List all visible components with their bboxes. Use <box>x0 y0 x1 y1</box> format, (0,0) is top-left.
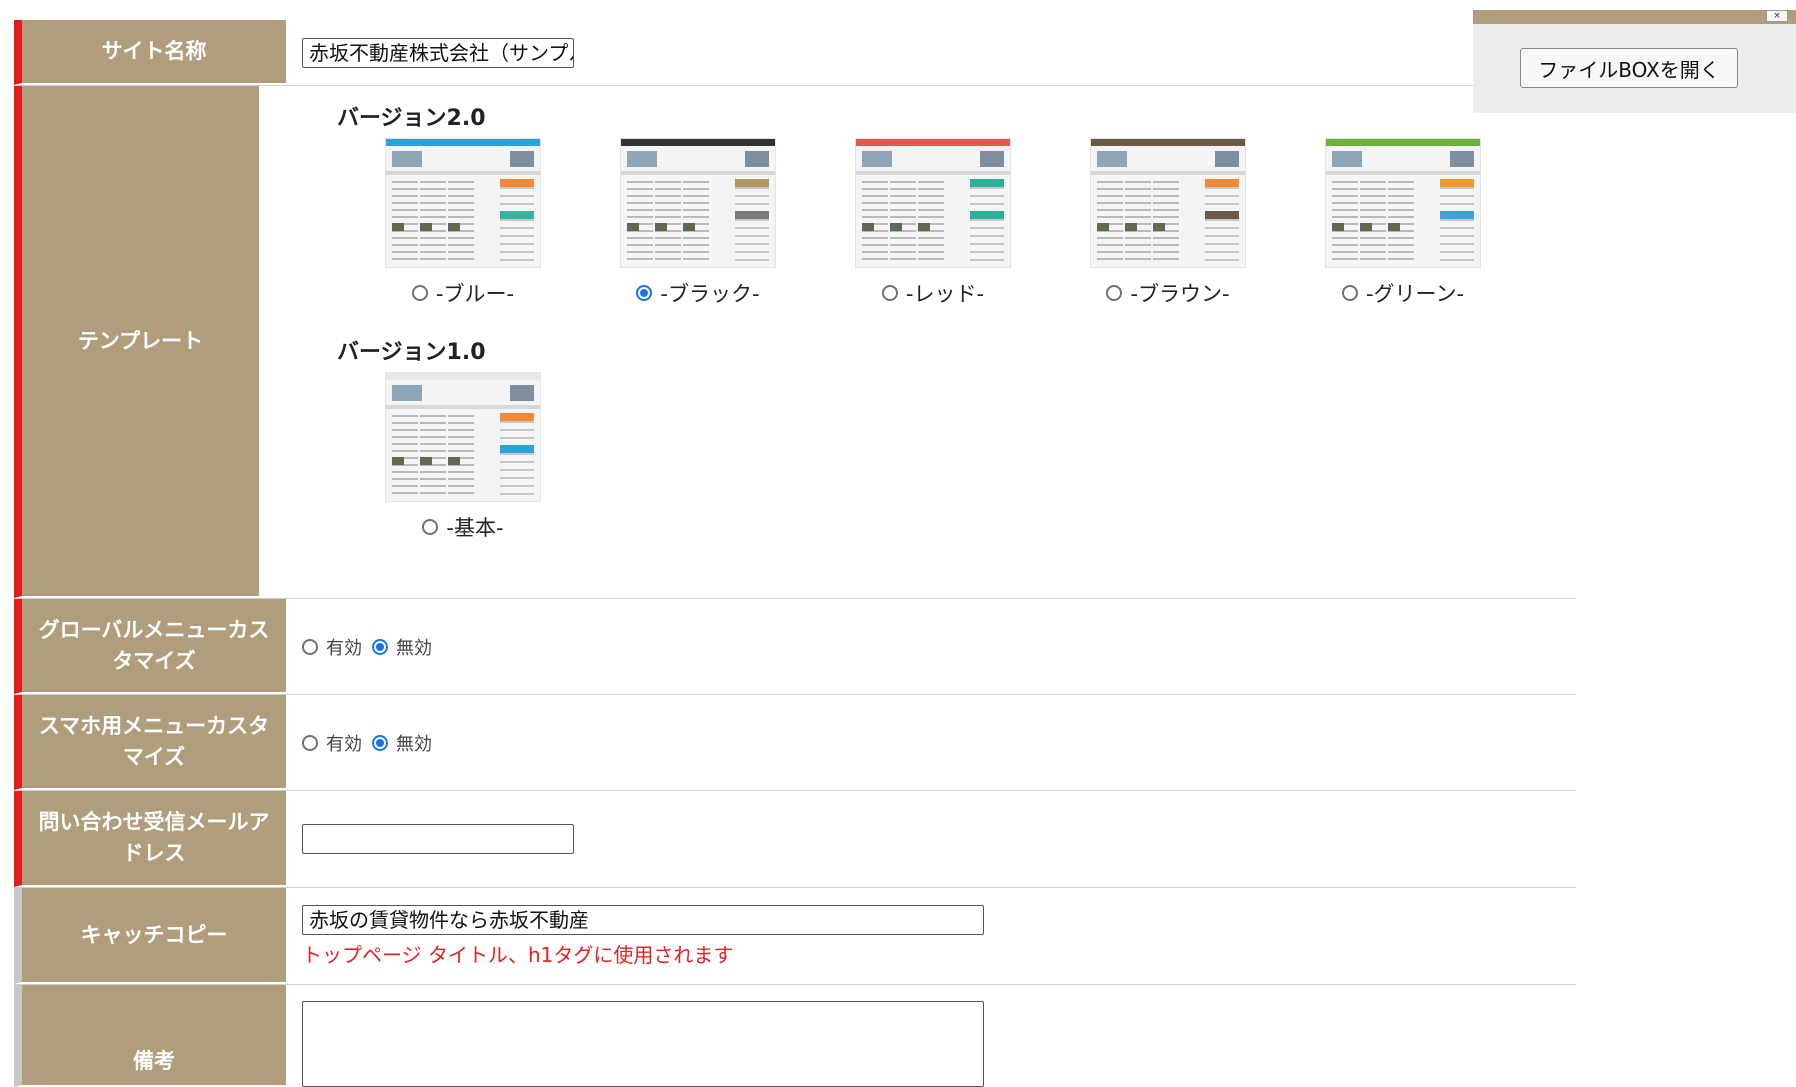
radio-unchecked-icon[interactable] <box>411 285 428 301</box>
inquiry-email-label: 問い合わせ受信メールアドレス <box>14 791 286 887</box>
template-radio[interactable]: -ブルー- <box>411 278 515 308</box>
global_menu-option-1[interactable]: 無効 <box>372 634 432 660</box>
radio-unchecked-icon[interactable] <box>881 285 898 301</box>
smartphone-menu-radio-group: 有効 無効 <box>302 730 1560 756</box>
template-label: テンプレート <box>14 86 259 598</box>
catch-copy-hint: トップページ タイトル、h1タグに使用されます <box>302 942 734 967</box>
global-menu-label: グローバルメニューカスタマイズ <box>14 599 286 694</box>
template-option-label: -レッド- <box>905 282 985 306</box>
template-option-label: -基本- <box>446 516 504 540</box>
row-site-name: サイト名称 赤坂不動産株式会社（サンプル） <box>14 20 1576 86</box>
open-filebox-button[interactable]: ファイルBOXを開く <box>1520 48 1738 88</box>
smartphone_menu-option-0[interactable]: 有効 <box>302 730 362 756</box>
template-option-label: -ブラック- <box>660 282 760 306</box>
smartphone-menu-label: スマホ用メニューカスタマイズ <box>14 695 286 790</box>
smartphone_menu-option-label: 無効 <box>396 733 432 755</box>
radio-checked-icon[interactable] <box>372 638 388 655</box>
filebox-panel: × ファイルBOXを開く <box>1473 10 1796 113</box>
inquiry-email-input[interactable] <box>302 824 574 854</box>
global-menu-radio-group: 有効 無効 <box>302 634 1560 660</box>
template-radio[interactable]: -グリーン- <box>1341 278 1465 308</box>
template-radio[interactable]: -基本- <box>422 512 504 542</box>
template-option-v2-2[interactable]: -レッド- <box>855 138 1011 308</box>
template-radio[interactable]: -レッド- <box>881 278 985 308</box>
radio-unchecked-icon[interactable] <box>1341 285 1358 301</box>
global_menu-option-0[interactable]: 有効 <box>302 634 362 660</box>
site-name-input[interactable]: 赤坂不動産株式会社（サンプル） <box>302 37 574 68</box>
smartphone_menu-option-1[interactable]: 無効 <box>372 730 432 756</box>
catch-copy-input[interactable]: 赤坂の賃貸物件なら赤坂不動産 <box>302 904 984 935</box>
site-name-label: サイト名称 <box>14 20 286 85</box>
template-option-v2-3[interactable]: -ブラウン- <box>1090 138 1246 308</box>
settings-form: サイト名称 赤坂不動産株式会社（サンプル） テンプレート バージョン2.0 -ブ… <box>14 20 1576 1087</box>
template-option-label: -グリーン- <box>1365 282 1465 306</box>
template-option-label: -ブラウン- <box>1130 282 1230 306</box>
template-thumbnail[interactable] <box>1090 138 1246 268</box>
template-option-v2-4[interactable]: -グリーン- <box>1325 138 1481 308</box>
template-v1-grid: -基本- <box>385 372 1560 542</box>
smartphone_menu-option-label: 有効 <box>326 733 362 755</box>
catch-copy-label: キャッチコピー <box>14 888 286 984</box>
row-template: テンプレート バージョン2.0 -ブルー- -ブラック- -レッド- -ブラウン- -グ… <box>14 86 1576 599</box>
global_menu-option-label: 有効 <box>326 637 362 659</box>
radio-unchecked-icon[interactable] <box>302 638 318 655</box>
template-thumbnail[interactable] <box>855 138 1011 268</box>
note-textarea[interactable] <box>302 1001 984 1087</box>
template-thumbnail[interactable] <box>385 138 541 268</box>
row-global-menu: グローバルメニューカスタマイズ 有効 無効 <box>14 599 1576 695</box>
radio-unchecked-icon[interactable] <box>422 519 439 535</box>
radio-checked-icon[interactable] <box>636 285 653 301</box>
template-thumbnail[interactable] <box>385 372 541 502</box>
template-radio[interactable]: -ブラック- <box>636 278 760 308</box>
template-option-v2-1[interactable]: -ブラック- <box>620 138 776 308</box>
template-v2-grid: -ブルー- -ブラック- -レッド- -ブラウン- -グリーン- <box>385 138 1560 308</box>
filebox-panel-header <box>1473 10 1796 24</box>
global_menu-option-label: 無効 <box>396 637 432 659</box>
template-option-v1-basic[interactable]: -基本- <box>385 372 541 542</box>
radio-unchecked-icon[interactable] <box>302 734 318 751</box>
template-radio[interactable]: -ブラウン- <box>1106 278 1230 308</box>
version-1-title: バージョン1.0 <box>337 340 486 365</box>
row-note: 備考 <box>14 985 1576 1087</box>
radio-unchecked-icon[interactable] <box>1106 285 1123 301</box>
version-2-title: バージョン2.0 <box>337 106 486 131</box>
template-thumbnail[interactable] <box>620 138 776 268</box>
template-thumbnail[interactable] <box>1325 138 1481 268</box>
note-label: 備考 <box>14 985 286 1087</box>
close-icon[interactable]: × <box>1766 10 1788 22</box>
template-option-label: -ブルー- <box>435 282 515 306</box>
row-catch-copy: キャッチコピー 赤坂の賃貸物件なら赤坂不動産 トップページ タイトル、h1タグに… <box>14 888 1576 985</box>
radio-checked-icon[interactable] <box>372 734 388 751</box>
row-inquiry-email: 問い合わせ受信メールアドレス <box>14 791 1576 888</box>
template-option-v2-0[interactable]: -ブルー- <box>385 138 541 308</box>
row-smartphone-menu: スマホ用メニューカスタマイズ 有効 無効 <box>14 695 1576 791</box>
